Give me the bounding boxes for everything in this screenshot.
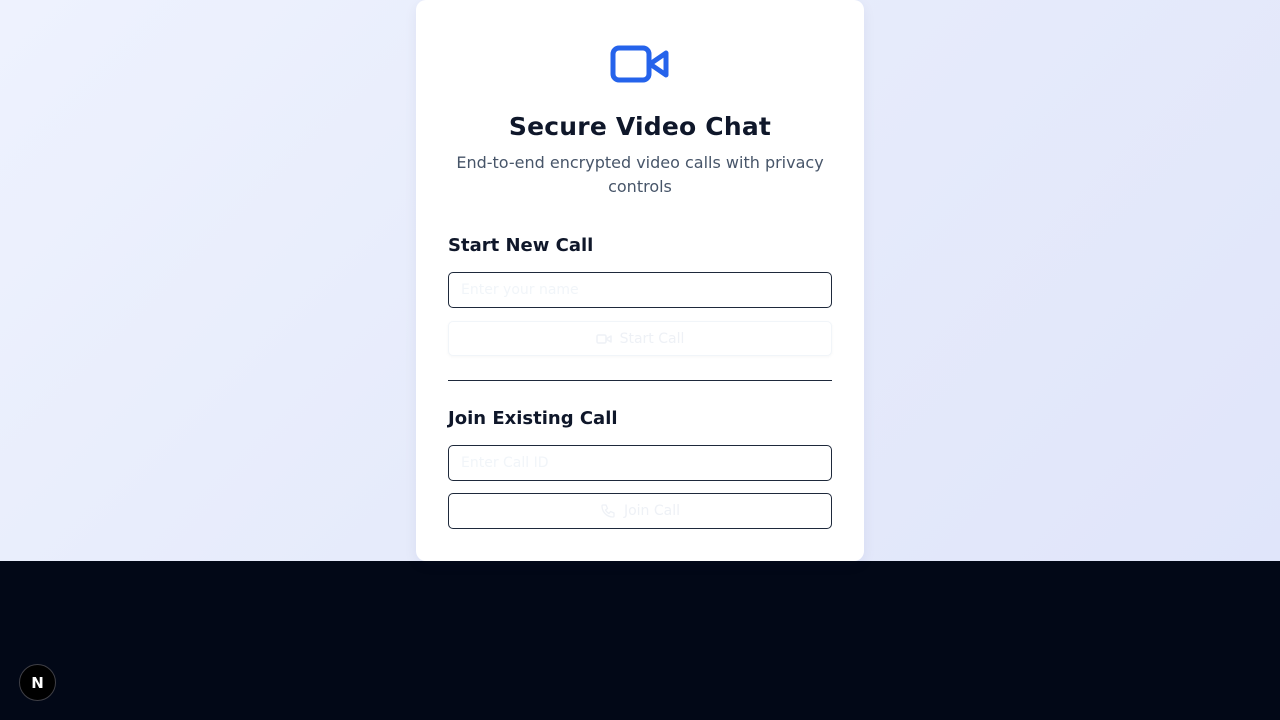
nextjs-dev-badge[interactable]: N <box>19 664 56 701</box>
page-subtitle: End-to-end encrypted video calls with pr… <box>456 153 824 196</box>
start-call-button[interactable]: Start Call <box>448 321 832 356</box>
call-card: Secure Video Chat End-to-end encrypted v… <box>416 0 864 561</box>
join-call-heading: Join Existing Call <box>448 408 618 429</box>
section-divider <box>448 380 832 381</box>
join-call-button[interactable]: Join Call <box>448 493 832 529</box>
start-call-heading: Start New Call <box>448 235 594 256</box>
start-call-button-label: Start Call <box>619 330 685 347</box>
nextjs-logo-icon: N <box>31 673 44 692</box>
join-call-button-label: Join Call <box>623 503 681 519</box>
call-id-input[interactable] <box>448 445 832 481</box>
page-title: Secure Video Chat <box>508 112 772 141</box>
phone-icon <box>601 504 615 518</box>
video-camera-icon <box>610 45 669 83</box>
name-input[interactable] <box>448 272 832 308</box>
video-icon <box>595 333 612 344</box>
